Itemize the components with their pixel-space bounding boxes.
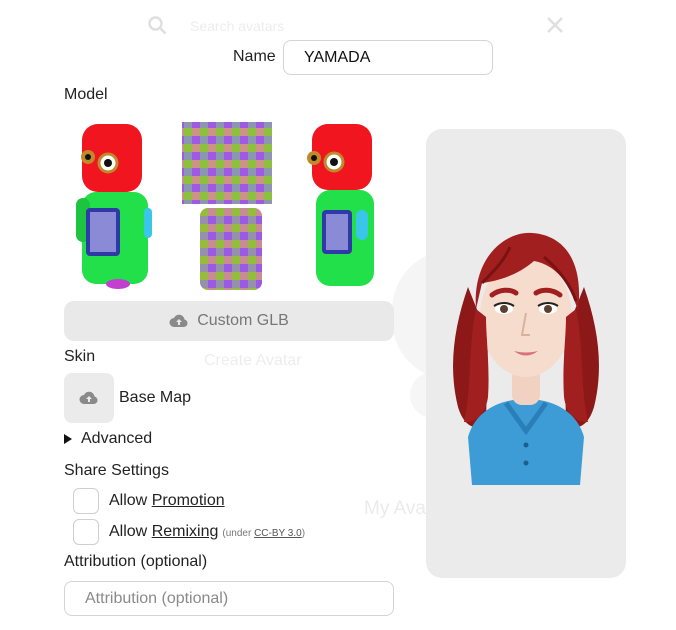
base-map-label: Base Map	[119, 389, 192, 406]
disclosure-triangle-icon	[64, 434, 72, 444]
cloud-upload-icon	[79, 391, 98, 404]
promotion-link[interactable]: Promotion	[152, 492, 225, 510]
cloud-upload-icon	[169, 314, 188, 327]
base-map-upload-button[interactable]	[64, 373, 114, 423]
share-settings-label: Share Settings	[64, 462, 169, 479]
red-robot-side-image	[307, 124, 374, 286]
search-icon	[148, 16, 166, 34]
license-note-suffix: )	[301, 528, 306, 539]
allow-remixing-checkbox[interactable]	[73, 519, 99, 545]
avatar-preview-panel[interactable]	[426, 129, 626, 578]
model-thumbnail-red-robot-front[interactable]	[72, 120, 168, 292]
allow-promotion-checkbox[interactable]	[73, 488, 99, 514]
advanced-toggle[interactable]: Advanced	[64, 430, 152, 448]
advanced-label: Advanced	[81, 430, 153, 447]
background-create-text: Create Avatar	[204, 352, 302, 369]
cc-by-link[interactable]: CC-BY 3.0	[254, 528, 302, 539]
background-search-text: Search avatars	[190, 18, 285, 34]
skin-label: Skin	[64, 348, 96, 365]
allow-remixing-row: Allow Remixing (under CC-BY 3.0)	[109, 523, 305, 541]
model-thumbnail-checker-texture[interactable]	[176, 120, 272, 292]
allow-remixing-prefix: Allow	[109, 523, 152, 540]
name-label: Name	[233, 48, 276, 65]
allow-promotion-prefix: Allow	[109, 492, 152, 509]
attribution-label: Attribution (optional)	[64, 553, 208, 570]
checker-texture-model-image	[182, 122, 272, 290]
remixing-link[interactable]: Remixing	[152, 523, 219, 541]
name-input[interactable]	[283, 40, 493, 75]
license-note-prefix: (under	[222, 528, 255, 539]
custom-glb-label: Custom GLB	[197, 312, 289, 329]
model-thumbnail-red-robot-side[interactable]	[300, 120, 396, 292]
license-note: (under CC-BY 3.0)	[222, 528, 305, 539]
model-label: Model	[64, 86, 108, 103]
close-icon	[547, 17, 563, 33]
allow-promotion-row: Allow Promotion	[109, 492, 225, 510]
attribution-input[interactable]	[64, 581, 394, 616]
red-robot-front-image	[76, 124, 152, 289]
avatar-image	[453, 232, 599, 485]
custom-glb-button[interactable]: Custom GLB	[64, 301, 394, 341]
